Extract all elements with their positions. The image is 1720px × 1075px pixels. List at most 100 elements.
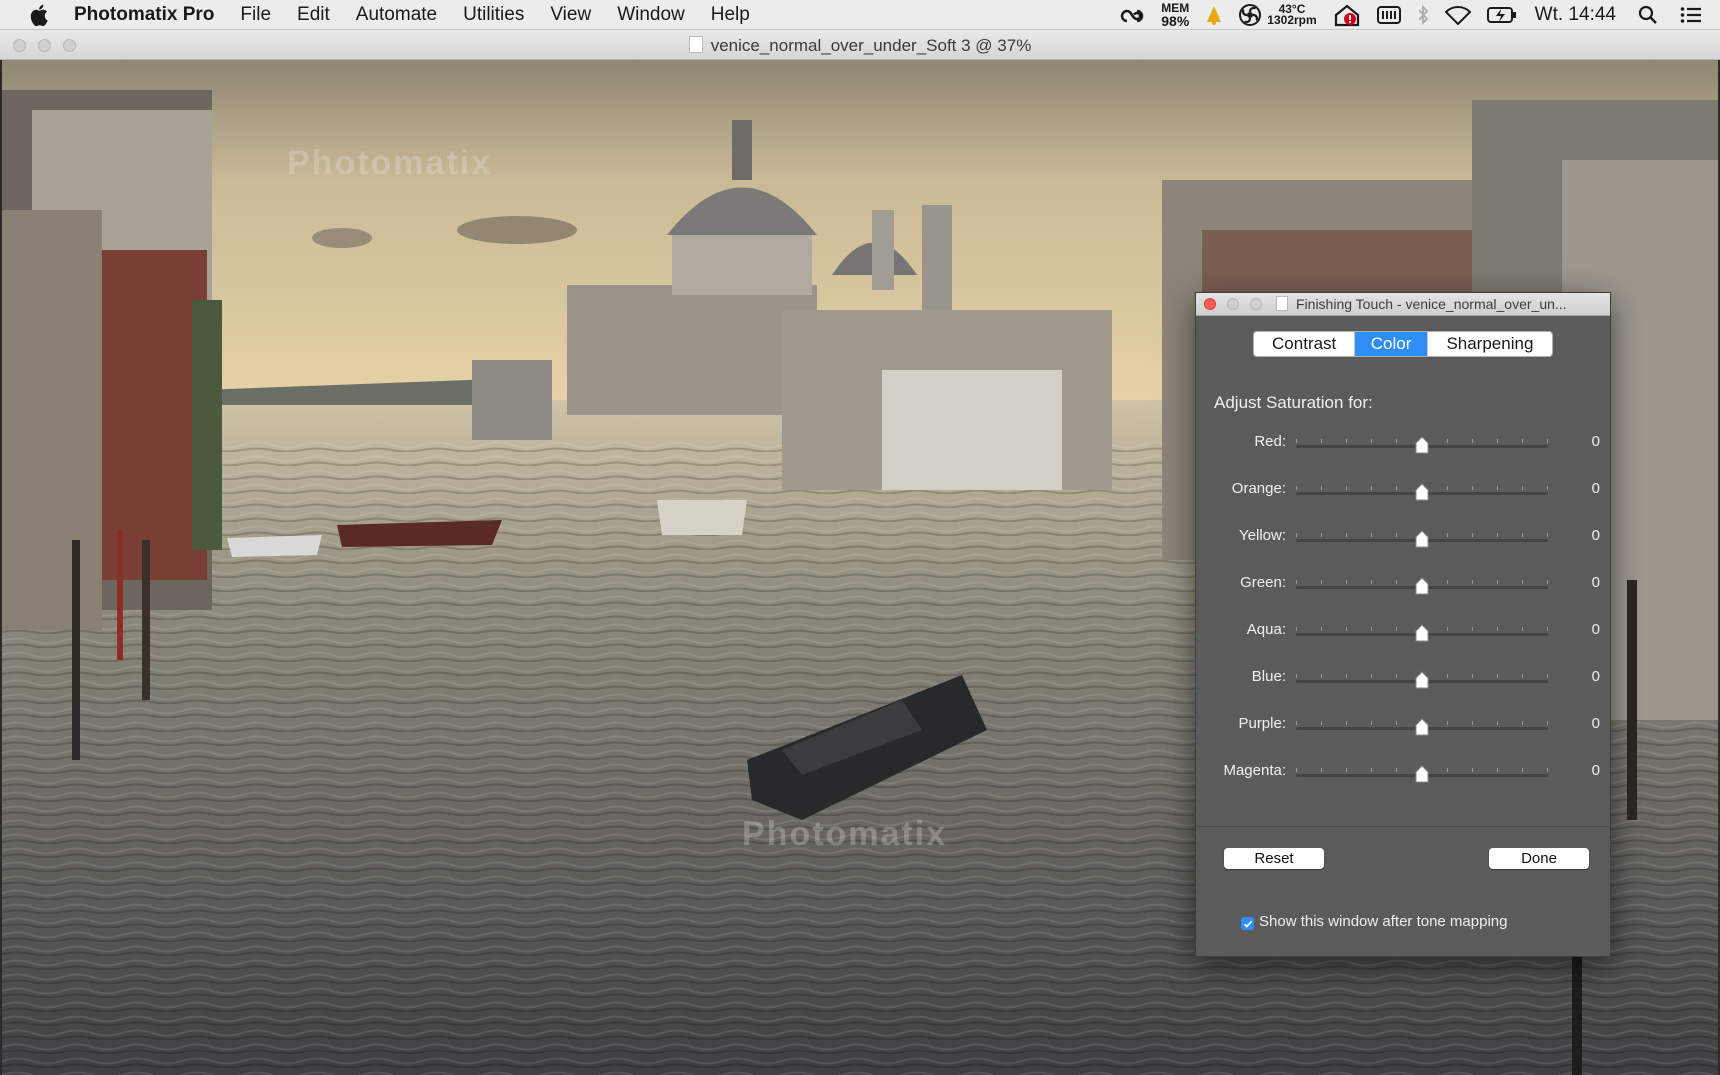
menu-utilities[interactable]: Utilities	[463, 4, 524, 26]
slider-tick	[1346, 533, 1347, 537]
slider-tick	[1371, 768, 1372, 772]
fan-icon[interactable]	[1239, 4, 1262, 26]
slider-tick	[1472, 533, 1473, 537]
slider-tick	[1522, 439, 1523, 443]
fan-speed-value: 1302rpm	[1267, 13, 1317, 27]
menu-edit[interactable]: Edit	[297, 4, 330, 26]
dialog-separator	[1196, 826, 1610, 827]
apple-logo-icon[interactable]	[26, 2, 54, 28]
menu-app-name[interactable]: Photomatix Pro	[74, 4, 214, 26]
battery-icon[interactable]	[1486, 6, 1517, 24]
dialog-zoom-button[interactable]	[1250, 298, 1262, 310]
dialog-close-button[interactable]	[1204, 298, 1216, 310]
slider-row-yellow: Yellow: 0	[1196, 520, 1612, 560]
slider-tick	[1296, 674, 1297, 678]
slider-tick	[1321, 533, 1322, 537]
finishing-touch-dialog: Finishing Touch - venice_normal_over_un.…	[1195, 292, 1611, 957]
slider-tick	[1497, 486, 1498, 490]
slider-tick	[1547, 486, 1548, 490]
notification-bell-icon[interactable]	[1205, 5, 1223, 25]
notification-center-icon[interactable]	[1680, 6, 1702, 24]
slider-tick	[1547, 721, 1548, 725]
slider-tick	[1522, 768, 1523, 772]
slider-tick	[1447, 768, 1448, 772]
orange-slider-thumb[interactable]	[1415, 483, 1429, 501]
document-titlebar: venice_normal_over_under_Soft 3 @ 37%	[0, 30, 1720, 60]
slider-row-blue: Blue: 0	[1196, 661, 1612, 701]
slider-tick	[1547, 627, 1548, 631]
slider-tick	[1396, 721, 1397, 725]
magenta-saturation-label: Magenta:	[1223, 762, 1286, 779]
slider-tick	[1396, 486, 1397, 490]
menu-view[interactable]: View	[550, 4, 591, 26]
slider-tick	[1296, 627, 1297, 631]
slider-row-green: Green: 0	[1196, 567, 1612, 607]
menu-window[interactable]: Window	[617, 4, 685, 26]
slider-tick	[1472, 768, 1473, 772]
done-button[interactable]: Done	[1489, 848, 1589, 869]
slider-tick	[1472, 439, 1473, 443]
finishing-touch-tabs: Contrast Color Sharpening	[1253, 331, 1553, 357]
slider-tick	[1321, 721, 1322, 725]
menu-help[interactable]: Help	[711, 4, 750, 26]
magenta-saturation-value: 0	[1591, 762, 1600, 779]
purple-slider-thumb[interactable]	[1415, 718, 1429, 736]
photomatix-watermark-bottom: Photomatix	[742, 815, 948, 853]
slider-tick	[1371, 439, 1372, 443]
menu-clock[interactable]: Wt. 14:44	[1535, 4, 1616, 26]
tab-color[interactable]: Color	[1355, 332, 1428, 356]
slider-tick	[1321, 486, 1322, 490]
red-saturation-value: 0	[1591, 433, 1600, 450]
temperature-monitor[interactable]: 43°C 1302rpm	[1267, 3, 1317, 27]
menu-file[interactable]: File	[240, 4, 271, 26]
slider-tick	[1497, 627, 1498, 631]
slider-tick	[1497, 580, 1498, 584]
aqua-slider-thumb[interactable]	[1415, 624, 1429, 642]
reset-button[interactable]: Reset	[1224, 848, 1324, 869]
yellow-slider-thumb[interactable]	[1415, 530, 1429, 548]
red-saturation-label: Red:	[1254, 433, 1286, 450]
slider-tick	[1497, 439, 1498, 443]
slider-tick	[1296, 721, 1297, 725]
slider-tick	[1447, 721, 1448, 725]
menu-automate[interactable]: Automate	[356, 4, 437, 26]
slider-tick	[1497, 533, 1498, 537]
aqua-saturation-label: Aqua:	[1246, 621, 1286, 638]
tab-sharpening[interactable]: Sharpening	[1428, 332, 1552, 356]
spotlight-search-icon[interactable]	[1638, 5, 1658, 25]
blue-slider-thumb[interactable]	[1415, 671, 1429, 689]
menu-bar: Photomatix Pro File Edit Automate Utilit…	[0, 0, 1720, 30]
tab-contrast[interactable]: Contrast	[1254, 332, 1356, 356]
purple-saturation-value: 0	[1591, 715, 1600, 732]
blue-saturation-value: 0	[1591, 668, 1600, 685]
bluetooth-icon[interactable]	[1417, 5, 1429, 25]
slider-tick	[1447, 580, 1448, 584]
dialog-titlebar: Finishing Touch - venice_normal_over_un.…	[1196, 293, 1610, 316]
slider-tick	[1371, 486, 1372, 490]
keyboard-icon[interactable]	[1376, 6, 1401, 24]
show-after-tone-mapping-checkbox[interactable]	[1241, 917, 1254, 930]
document-title: venice_normal_over_under_Soft 3 @ 37%	[0, 36, 1720, 56]
slider-tick	[1447, 439, 1448, 443]
slider-tick	[1447, 627, 1448, 631]
slider-tick	[1547, 674, 1548, 678]
magenta-slider-thumb[interactable]	[1415, 765, 1429, 783]
memory-monitor[interactable]: MEM 98%	[1161, 2, 1189, 28]
slider-tick	[1497, 721, 1498, 725]
dialog-minimize-button[interactable]	[1227, 298, 1239, 310]
home-alert-icon[interactable]	[1333, 3, 1361, 27]
slider-tick	[1371, 580, 1372, 584]
yellow-saturation-label: Yellow:	[1239, 527, 1286, 544]
red-slider-thumb[interactable]	[1415, 436, 1429, 454]
slider-tick	[1396, 674, 1397, 678]
green-slider-thumb[interactable]	[1415, 577, 1429, 595]
slider-tick	[1346, 721, 1347, 725]
slider-tick	[1547, 439, 1548, 443]
checkmark-icon	[1243, 920, 1252, 928]
document-title-text: venice_normal_over_under_Soft 3 @ 37%	[710, 36, 1032, 55]
creative-cloud-icon[interactable]	[1119, 5, 1145, 25]
slider-tick	[1472, 580, 1473, 584]
wifi-icon[interactable]	[1444, 5, 1471, 25]
slider-tick	[1346, 768, 1347, 772]
saturation-heading: Adjust Saturation for:	[1214, 393, 1373, 412]
